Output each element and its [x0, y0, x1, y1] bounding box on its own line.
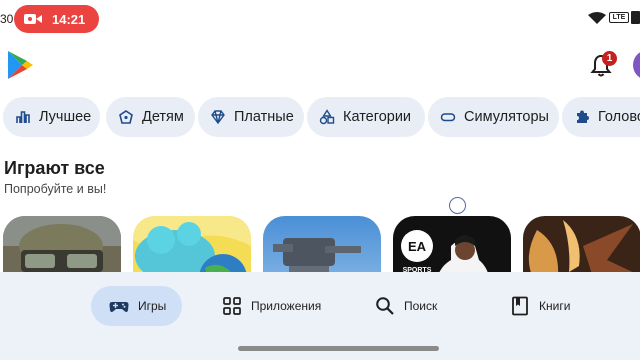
book-icon — [512, 296, 528, 316]
video-camera-icon — [24, 14, 42, 24]
diamond-icon — [211, 110, 225, 125]
notifications-badge: 1 — [602, 51, 617, 66]
chip-puzzles[interactable]: Голово — [562, 97, 640, 137]
shapes-icon — [319, 109, 335, 125]
wifi-icon — [588, 12, 606, 24]
screen-recording-pill[interactable]: 14:21 — [14, 5, 99, 33]
battery-icon — [631, 11, 640, 24]
loading-indicator — [449, 197, 466, 214]
nav-apps[interactable]: Приложения — [222, 286, 321, 326]
nav-books[interactable]: Книги — [510, 286, 570, 326]
gamepad-icon — [440, 113, 456, 122]
bar-chart-icon — [16, 111, 30, 123]
chip-kids[interactable]: Детям — [106, 97, 195, 137]
account-avatar[interactable] — [633, 50, 640, 80]
chip-simulators[interactable]: Симуляторы — [428, 97, 559, 137]
recording-time: 14:21 — [52, 12, 86, 27]
nav-games[interactable]: Игры — [91, 286, 182, 326]
chip-paid[interactable]: Платные — [198, 97, 304, 137]
section-title: Играют все — [4, 158, 105, 178]
home-indicator[interactable] — [238, 346, 439, 351]
google-play-logo — [8, 51, 33, 79]
status-bar: 30 14:21 LTE — [0, 0, 640, 36]
nav-search[interactable]: Поиск — [375, 286, 437, 326]
ea-logo-text: EA — [408, 239, 427, 254]
chip-categories[interactable]: Категории — [307, 97, 425, 137]
lte-badge: LTE — [609, 12, 629, 23]
section-subtitle: Попробуйте и вы! — [4, 182, 107, 196]
puzzle-icon — [577, 110, 589, 123]
kids-shield-icon — [119, 110, 133, 124]
bottom-navigation: Игры Приложения Поиск Книги — [0, 272, 640, 360]
status-clock: 30 — [0, 12, 14, 26]
gamepad-icon — [109, 302, 129, 312]
search-icon — [376, 297, 394, 315]
apps-grid-icon — [223, 297, 241, 315]
chip-top-charts[interactable]: Лучшее — [3, 97, 100, 137]
category-chips: Лучшее Детям Платные Категории Симулятор… — [3, 97, 640, 137]
